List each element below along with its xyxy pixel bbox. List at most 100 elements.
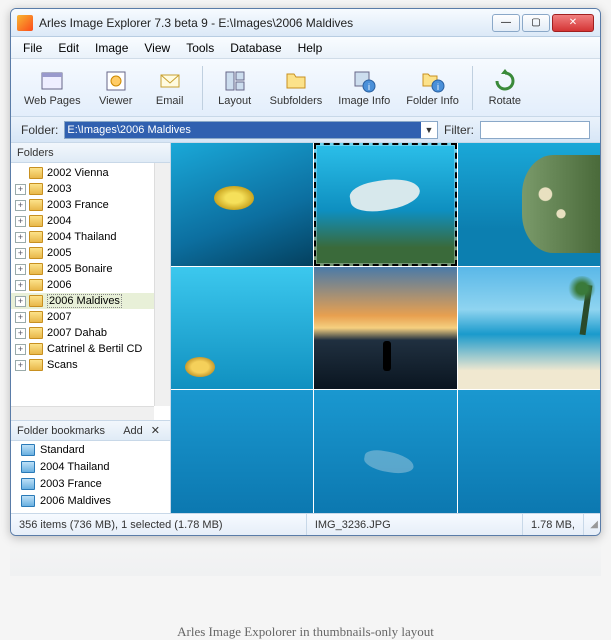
folder-tree-item[interactable]: +2003 France: [11, 197, 170, 213]
vertical-scrollbar[interactable]: [154, 163, 170, 406]
expand-icon[interactable]: +: [15, 248, 26, 259]
folder-icon: [29, 359, 43, 371]
image-info-icon: i: [352, 69, 376, 93]
web-pages-button[interactable]: Web Pages: [17, 66, 88, 110]
folder-tree-item[interactable]: +2007 Dahab: [11, 325, 170, 341]
thumbnail-grid[interactable]: [171, 143, 600, 513]
folder-path-combobox[interactable]: E:\Images\2006 Maldives ▼: [64, 121, 438, 139]
thumbnail[interactable]: [171, 390, 313, 513]
thumbnail[interactable]: [171, 143, 313, 266]
bookmark-item[interactable]: Standard: [11, 441, 170, 458]
status-summary: 356 items (736 MB), 1 selected (1.78 MB): [11, 514, 307, 535]
folder-path-value[interactable]: E:\Images\2006 Maldives: [65, 122, 421, 138]
main-body: Folders 2002 Vienna+2003+2003 France+200…: [11, 143, 600, 513]
folder-tree-item[interactable]: +2004 Thailand: [11, 229, 170, 245]
folder-tree-item[interactable]: +2007: [11, 309, 170, 325]
folder-tree-item[interactable]: +Catrinel & Bertil CD: [11, 341, 170, 357]
expand-icon[interactable]: +: [15, 184, 26, 195]
expand-icon: [15, 168, 26, 179]
folder-icon: [29, 311, 43, 323]
folder-tree-item[interactable]: +2005 Bonaire: [11, 261, 170, 277]
app-icon: [17, 15, 33, 31]
expand-icon[interactable]: +: [15, 360, 26, 371]
folders-tree[interactable]: 2002 Vienna+2003+2003 France+2004+2004 T…: [11, 163, 170, 421]
viewer-button[interactable]: Viewer: [90, 66, 142, 110]
rotate-button[interactable]: Rotate: [479, 66, 531, 110]
sidebar: Folders 2002 Vienna+2003+2003 France+200…: [11, 143, 171, 513]
thumbnail[interactable]: [314, 390, 456, 513]
thumbnail-selected[interactable]: [314, 143, 456, 266]
filter-label: Filter:: [444, 123, 474, 137]
titlebar[interactable]: Arles Image Explorer 7.3 beta 9 - E:\Ima…: [11, 9, 600, 37]
expand-icon[interactable]: +: [15, 344, 26, 355]
menu-image[interactable]: Image: [87, 39, 136, 57]
close-icon[interactable]: ✕: [147, 424, 164, 437]
folder-info-button[interactable]: iFolder Info: [399, 66, 466, 110]
expand-icon[interactable]: +: [15, 264, 26, 275]
bookmark-label: Standard: [40, 444, 85, 456]
web-pages-icon: [40, 69, 64, 93]
folder-label: 2002 Vienna: [47, 167, 109, 179]
folder-info-icon: i: [421, 69, 445, 93]
bookmark-label: 2006 Maldives: [40, 495, 111, 507]
email-button[interactable]: Email: [144, 66, 196, 110]
expand-icon[interactable]: +: [15, 200, 26, 211]
filter-input[interactable]: [480, 121, 590, 139]
resize-grip[interactable]: ◢: [584, 519, 600, 530]
folder-tree-item[interactable]: +2006 Maldives: [11, 293, 170, 309]
folder-label: 2006 Maldives: [47, 294, 122, 308]
folder-tree-item[interactable]: +Scans: [11, 357, 170, 373]
window-controls: ― ▢ ✕: [492, 14, 594, 32]
menu-edit[interactable]: Edit: [50, 39, 87, 57]
application-window: Arles Image Explorer 7.3 beta 9 - E:\Ima…: [10, 8, 601, 536]
expand-icon[interactable]: +: [15, 216, 26, 227]
folder-label: 2003: [47, 183, 71, 195]
status-filesize: 1.78 MB,: [523, 514, 584, 535]
folder-label: 2006: [47, 279, 71, 291]
subfolders-icon: [284, 69, 308, 93]
minimize-button[interactable]: ―: [492, 14, 520, 32]
subfolders-button[interactable]: Subfolders: [263, 66, 330, 110]
menu-file[interactable]: File: [15, 39, 50, 57]
expand-icon[interactable]: +: [15, 232, 26, 243]
thumbnail[interactable]: [314, 267, 456, 390]
thumbnail[interactable]: [458, 390, 600, 513]
expand-icon[interactable]: +: [15, 328, 26, 339]
expand-icon[interactable]: +: [15, 312, 26, 323]
menu-tools[interactable]: Tools: [178, 39, 222, 57]
image-info-button[interactable]: iImage Info: [331, 66, 397, 110]
menu-database[interactable]: Database: [222, 39, 289, 57]
maximize-button[interactable]: ▢: [522, 14, 550, 32]
folder-tree-item[interactable]: +2005: [11, 245, 170, 261]
close-button[interactable]: ✕: [552, 14, 594, 32]
menu-view[interactable]: View: [136, 39, 178, 57]
folder-tree-item[interactable]: +2006: [11, 277, 170, 293]
bookmarks-list[interactable]: Standard 2004 Thailand 2003 France 2006 Mal…: [11, 441, 170, 513]
bookmark-item[interactable]: 2003 France: [11, 475, 170, 492]
bookmarks-add-button[interactable]: Add: [119, 425, 147, 437]
folder-label: 2007 Dahab: [47, 327, 107, 339]
folder-icon: [29, 231, 43, 243]
bookmark-label: 2003 France: [40, 478, 102, 490]
expand-icon[interactable]: +: [15, 280, 26, 291]
folder-icon: [29, 343, 43, 355]
menu-help[interactable]: Help: [290, 39, 331, 57]
bookmark-item[interactable]: 2004 Thailand: [11, 458, 170, 475]
thumbnail[interactable]: [458, 267, 600, 390]
folder-icon: [29, 279, 43, 291]
folder-tree-item[interactable]: +2003: [11, 181, 170, 197]
horizontal-scrollbar[interactable]: [11, 406, 154, 420]
folder-label: 2003 France: [47, 199, 109, 211]
expand-icon[interactable]: +: [15, 296, 26, 307]
folder-icon: [29, 183, 43, 195]
status-filename: IMG_3236.JPG: [307, 514, 523, 535]
bookmark-item[interactable]: 2006 Maldives: [11, 492, 170, 509]
folder-tree-item[interactable]: +2004: [11, 213, 170, 229]
chevron-down-icon[interactable]: ▼: [421, 125, 437, 135]
layout-button[interactable]: Layout: [209, 66, 261, 110]
bookmark-folder-icon: [21, 495, 35, 507]
thumbnail[interactable]: [171, 267, 313, 390]
svg-text:i: i: [368, 82, 370, 92]
folder-tree-item[interactable]: 2002 Vienna: [11, 165, 170, 181]
thumbnail[interactable]: [458, 143, 600, 266]
